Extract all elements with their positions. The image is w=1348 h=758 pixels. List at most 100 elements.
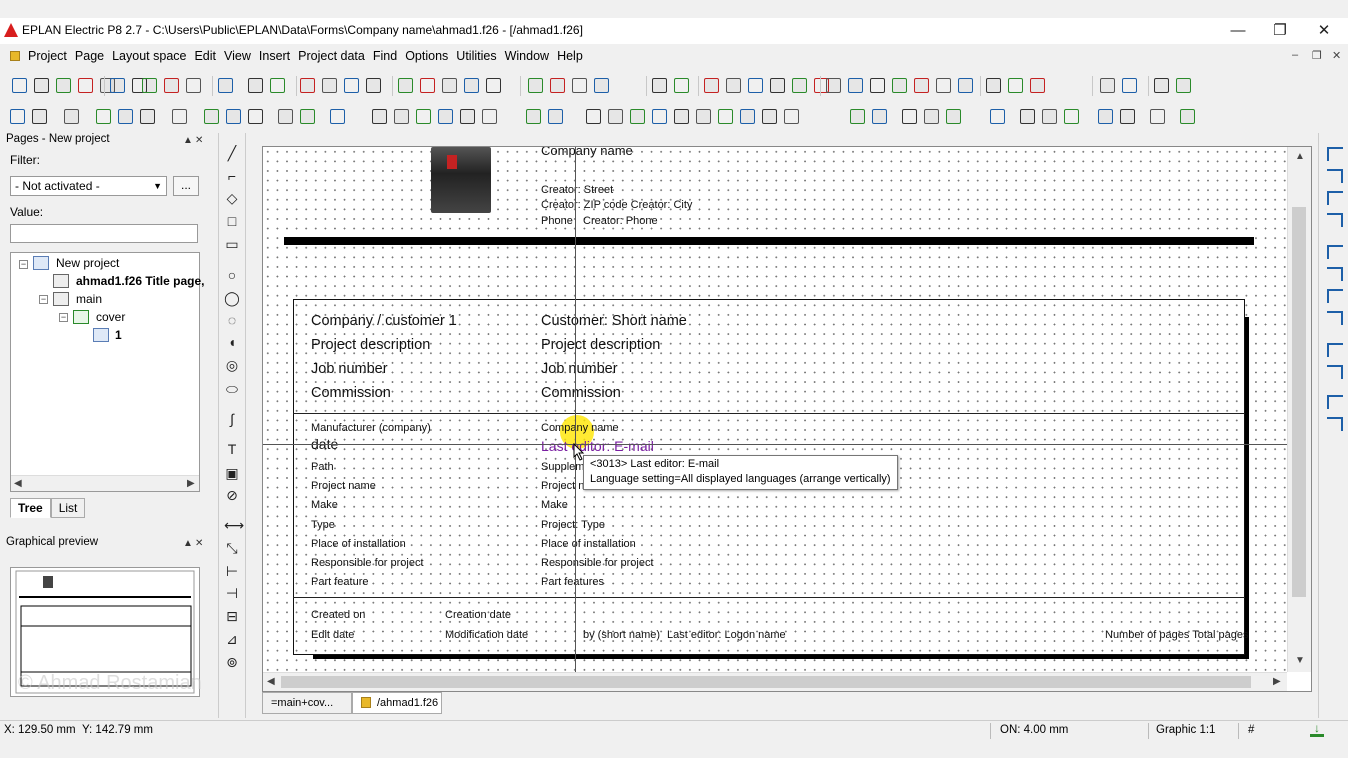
- pin-icon[interactable]: ▲: [183, 135, 193, 146]
- collapse-icon[interactable]: −: [39, 295, 48, 304]
- block2-left-9[interactable]: Part feature: [311, 576, 368, 588]
- toolbar-tool-icon[interactable]: [528, 78, 543, 93]
- collapse-icon[interactable]: −: [59, 313, 68, 322]
- dimension-base-tool-icon[interactable]: ⊣: [224, 585, 240, 601]
- toolbar-tool-icon[interactable]: [718, 109, 733, 124]
- polyline-tool-icon[interactable]: ⌐: [224, 168, 240, 184]
- menu-options[interactable]: Options: [405, 44, 448, 68]
- scroll-right-icon[interactable]: ▶: [1273, 676, 1281, 687]
- footer-last-editor[interactable]: Last editor: Logon name: [667, 629, 786, 641]
- toolbar-tool-icon[interactable]: [1098, 109, 1113, 124]
- toolbar-tool-icon[interactable]: [56, 78, 71, 93]
- connection-symbol-icon[interactable]: [1327, 191, 1343, 205]
- toolbar-tool-icon[interactable]: [958, 78, 973, 93]
- toolbar-tool-icon[interactable]: [652, 109, 667, 124]
- hyperlink-tool-icon[interactable]: ⊘: [224, 487, 240, 503]
- connection-symbol-icon[interactable]: [1327, 289, 1343, 303]
- toolbar-tool-icon[interactable]: [322, 78, 337, 93]
- toolbar-tool-icon[interactable]: [1180, 109, 1195, 124]
- toolbar-tool-icon[interactable]: [850, 109, 865, 124]
- toolbar-tool-icon[interactable]: [366, 78, 381, 93]
- pin-icon[interactable]: ▲: [183, 538, 193, 549]
- filter-select[interactable]: - Not activated - ▼: [10, 176, 167, 196]
- spline-tool-icon[interactable]: ∫: [224, 411, 240, 427]
- block2-right-2-selected[interactable]: Last editor: E-mail: [541, 438, 654, 454]
- block2-left-3[interactable]: Path: [311, 461, 334, 473]
- block1-left-4[interactable]: Commission: [311, 385, 391, 401]
- toolbar-tool-icon[interactable]: [64, 109, 79, 124]
- dimension-aligned-tool-icon[interactable]: ⤡: [224, 540, 240, 556]
- block2-left-4[interactable]: Project name: [311, 480, 376, 492]
- tree-scrollbar[interactable]: ◀ ▶: [11, 475, 199, 491]
- collapse-icon[interactable]: −: [19, 260, 28, 269]
- block1-left-2[interactable]: Project description: [311, 337, 430, 353]
- block1-right-4[interactable]: Commission: [541, 385, 621, 401]
- connection-symbol-icon[interactable]: [1327, 417, 1343, 431]
- arc-3pt-tool-icon[interactable]: ◖: [224, 334, 240, 350]
- toolbar-tool-icon[interactable]: [270, 78, 285, 93]
- toolbar-tool-icon[interactable]: [420, 78, 435, 93]
- block1-right-3[interactable]: Job number: [541, 361, 618, 377]
- toolbar-tool-icon[interactable]: [248, 78, 263, 93]
- connection-symbol-icon[interactable]: [1327, 395, 1343, 409]
- value-input[interactable]: [10, 224, 198, 243]
- block2-right-6[interactable]: Project: Type: [541, 519, 605, 531]
- toolbar-tool-icon[interactable]: [248, 109, 263, 124]
- panel-close-icon[interactable]: ✕: [195, 135, 203, 146]
- toolbar-tool-icon[interactable]: [344, 78, 359, 93]
- toolbar-tool-icon[interactable]: [1154, 78, 1169, 93]
- toolbar-tool-icon[interactable]: [110, 78, 125, 93]
- menu-utilities[interactable]: Utilities: [456, 44, 496, 68]
- toolbar-tool-icon[interactable]: [946, 109, 961, 124]
- toolbar-tool-icon[interactable]: [118, 109, 133, 124]
- toolbar-tool-icon[interactable]: [526, 109, 541, 124]
- block2-right-5[interactable]: Make: [541, 499, 568, 511]
- mdi-close-button[interactable]: ✕: [1332, 49, 1341, 62]
- toolbar-tool-icon[interactable]: [416, 109, 431, 124]
- toolbar-tool-icon[interactable]: [1176, 78, 1191, 93]
- header-phone-value[interactable]: Creator: Phone: [583, 215, 658, 227]
- toolbar-tool-icon[interactable]: [204, 109, 219, 124]
- footer-created-on[interactable]: Created on: [311, 609, 365, 621]
- header-zip-city[interactable]: Creator: ZIP code Creator: City: [541, 199, 692, 211]
- connection-symbol-icon[interactable]: [1327, 169, 1343, 183]
- toolbar-tool-icon[interactable]: [848, 78, 863, 93]
- toolbar-tool-icon[interactable]: [696, 109, 711, 124]
- block2-left-6[interactable]: Type: [311, 519, 335, 531]
- toolbar-tool-icon[interactable]: [936, 78, 951, 93]
- toolbar-tool-icon[interactable]: [1100, 78, 1115, 93]
- footer-by-short-name[interactable]: by (short name): [583, 629, 660, 641]
- toolbar-tool-icon[interactable]: [226, 109, 241, 124]
- tab-ahmad1-form[interactable]: /ahmad1.f26: [352, 692, 442, 714]
- toolbar-tool-icon[interactable]: [784, 109, 799, 124]
- menu-edit[interactable]: Edit: [194, 44, 216, 68]
- tab-tree[interactable]: Tree: [10, 498, 51, 518]
- dimension-increment-tool-icon[interactable]: ⊟: [224, 608, 240, 624]
- toolbar-tool-icon[interactable]: [1042, 109, 1057, 124]
- toolbar-tool-icon[interactable]: [870, 78, 885, 93]
- toolbar-tool-icon[interactable]: [608, 109, 623, 124]
- toolbar-tool-icon[interactable]: [1020, 109, 1035, 124]
- menu-find[interactable]: Find: [373, 44, 397, 68]
- menu-project-data[interactable]: Project data: [298, 44, 365, 68]
- toolbar-tool-icon[interactable]: [300, 78, 315, 93]
- block2-right-8[interactable]: Responsible for project: [541, 557, 654, 569]
- connection-symbol-icon[interactable]: [1327, 365, 1343, 379]
- toolbar-tool-icon[interactable]: [186, 78, 201, 93]
- toolbar-tool-icon[interactable]: [594, 78, 609, 93]
- toolbar-tool-icon[interactable]: [372, 109, 387, 124]
- connection-symbol-icon[interactable]: [1327, 213, 1343, 227]
- text-box-tool-icon[interactable]: ▭: [224, 236, 240, 252]
- dimension-chain-tool-icon[interactable]: ⊢: [224, 563, 240, 579]
- toolbar-tool-icon[interactable]: [1030, 78, 1045, 93]
- connection-symbol-icon[interactable]: [1327, 343, 1343, 357]
- footer-modification-date[interactable]: Modification date: [445, 629, 528, 641]
- toolbar-tool-icon[interactable]: [586, 109, 601, 124]
- circle-tool-icon[interactable]: ○: [224, 267, 240, 283]
- download-icon[interactable]: ↓: [1310, 722, 1324, 737]
- horizontal-scrollbar[interactable]: ◀ ▶: [263, 672, 1287, 691]
- connection-symbol-icon[interactable]: [1327, 311, 1343, 325]
- toolbar-tool-icon[interactable]: [1064, 109, 1079, 124]
- toolbar-tool-icon[interactable]: [12, 78, 27, 93]
- block2-right-1[interactable]: Company name: [541, 422, 619, 434]
